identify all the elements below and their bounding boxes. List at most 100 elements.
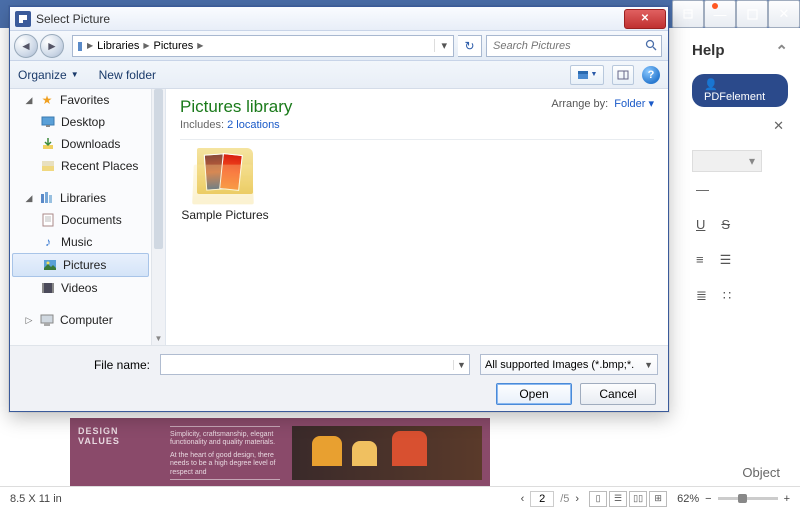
tree-pictures[interactable]: Pictures — [12, 253, 149, 277]
tree-downloads[interactable]: Downloads — [10, 133, 151, 155]
toolbar: Organize▼ New folder ▼ ? — [10, 61, 668, 89]
file-dialog: Select Picture ✕ ◄ ► ▶ Libraries ▶ Pictu… — [9, 6, 669, 412]
view-cont-icon[interactable]: ☰ — [609, 491, 627, 507]
app-logo-icon — [15, 11, 31, 27]
address-bar[interactable]: ▶ Libraries ▶ Pictures ▶ ▾ — [72, 35, 454, 57]
doc-text-1: Simplicity, craftsmanship, elegant funct… — [170, 431, 280, 448]
align-center-icon[interactable]: ☰ — [720, 252, 732, 268]
address-dropdown-icon[interactable]: ▾ — [434, 39, 453, 52]
page-prev-icon[interactable]: ‹ — [521, 493, 525, 505]
tree-music[interactable]: ♪Music — [10, 231, 151, 253]
page-total: /5 — [560, 493, 569, 505]
refresh-button[interactable]: ↻ — [458, 35, 482, 57]
filename-dropdown-icon[interactable]: ▼ — [453, 360, 469, 370]
zoom-out-icon[interactable]: − — [705, 493, 711, 505]
arrange-by-value[interactable]: Folder ▾ — [614, 97, 654, 110]
doc-image — [292, 426, 482, 480]
tree-documents[interactable]: Documents — [10, 209, 151, 231]
doc-heading: DESIGN VALUES — [78, 426, 158, 446]
tree-videos[interactable]: Videos — [10, 277, 151, 299]
tree-recent[interactable]: Recent Places — [10, 155, 151, 177]
breadcrumb-pictures[interactable]: Pictures — [150, 40, 198, 52]
dialog-close-button[interactable]: ✕ — [624, 9, 666, 29]
libraries-icon — [39, 190, 55, 206]
tree-desktop[interactable]: Desktop — [10, 111, 151, 133]
view-single-icon[interactable]: ▯ — [589, 491, 607, 507]
folder-name: Sample Pictures — [180, 208, 270, 222]
doc-text-2: At the heart of good design, there needs… — [170, 452, 280, 477]
style-dropdown[interactable]: ▾ — [692, 150, 762, 172]
documents-icon — [40, 212, 56, 228]
tree-computer[interactable]: ▷Computer — [10, 309, 151, 331]
search-input[interactable] — [487, 40, 642, 52]
computer-icon — [39, 312, 55, 328]
format-tools: ▾ — U S ≡ ☰ ≣ ∷ — [692, 150, 788, 314]
filename-label: File name: — [20, 358, 154, 372]
includes-label: Includes: — [180, 119, 224, 131]
chevron-right-icon[interactable]: ▶ — [197, 41, 203, 50]
page-next-icon[interactable]: › — [575, 493, 579, 505]
notification-dot — [712, 3, 718, 9]
filetype-select[interactable]: All supported Images (*.bmp;*.▼ — [480, 354, 658, 375]
breadcrumb-libraries[interactable]: Libraries — [93, 40, 143, 52]
videos-icon — [40, 280, 56, 296]
align-left-icon[interactable]: ≡ — [696, 252, 704, 268]
search-box[interactable] — [486, 35, 662, 57]
filename-input[interactable] — [161, 358, 453, 372]
scroll-thumb[interactable] — [154, 89, 163, 249]
dialog-title: Select Picture — [36, 12, 624, 26]
filename-combo[interactable]: ▼ — [160, 354, 470, 375]
content-pane: Pictures library Includes: 2 locations A… — [166, 89, 668, 345]
nav-bar: ◄ ► ▶ Libraries ▶ Pictures ▶ ▾ ↻ — [10, 31, 668, 61]
nav-tree: ◢★Favorites Desktop Downloads Recent Pla… — [10, 89, 166, 345]
downloads-icon — [40, 136, 56, 152]
back-button[interactable]: ◄ — [14, 34, 38, 58]
forward-button[interactable]: ► — [40, 34, 64, 58]
collapse-icon[interactable]: ⌃ — [775, 42, 788, 60]
open-button[interactable]: Open — [496, 383, 572, 405]
help-icon[interactable]: ? — [642, 66, 660, 84]
page-input[interactable] — [530, 491, 554, 507]
zoom-slider[interactable] — [718, 497, 778, 500]
notify-icon[interactable] — [672, 0, 704, 28]
strikethrough-button[interactable]: S — [721, 217, 730, 232]
view-grid-icon[interactable]: ⊞ — [649, 491, 667, 507]
zoom-in-icon[interactable]: + — [784, 493, 790, 505]
object-label: Object — [742, 465, 780, 480]
dialog-footer: File name: ▼ All supported Images (*.bmp… — [10, 345, 668, 411]
document-preview: DESIGN VALUES Simplicity, craftsmanship,… — [70, 418, 490, 488]
view-two-icon[interactable]: ▯▯ — [629, 491, 647, 507]
search-icon[interactable] — [642, 39, 661, 52]
app-close-button[interactable]: ✕ — [768, 0, 800, 28]
tree-libraries[interactable]: ◢Libraries — [10, 187, 151, 209]
status-bar: 8.5 X 11 in ‹ /5 › ▯ ☰ ▯▯ ⊞ 62% − + — [0, 486, 800, 510]
cancel-button[interactable]: Cancel — [580, 383, 656, 405]
view-mode-button[interactable]: ▼ — [570, 65, 604, 85]
pdfelement-badge[interactable]: 👤PDFelement — [692, 74, 788, 107]
minus-icon[interactable]: — — [696, 182, 709, 197]
tree-scrollbar[interactable]: ▲ ▼ — [151, 89, 165, 345]
scroll-down-icon[interactable]: ▼ — [152, 331, 165, 345]
new-folder-button[interactable]: New folder — [99, 68, 156, 82]
tree-favorites[interactable]: ◢★Favorites — [10, 89, 151, 111]
libraries-icon — [73, 39, 87, 53]
desktop-icon — [40, 114, 56, 130]
folder-item[interactable]: Sample Pictures — [180, 148, 270, 222]
page-size: 8.5 X 11 in — [10, 493, 62, 505]
list-bullet-icon[interactable]: ∷ — [723, 288, 731, 304]
maximize-button[interactable] — [736, 0, 768, 28]
organize-button[interactable]: Organize▼ — [18, 68, 79, 82]
folder-icon — [189, 148, 261, 204]
locations-link[interactable]: 2 locations — [227, 119, 280, 131]
dialog-titlebar: Select Picture ✕ — [10, 7, 668, 31]
underline-button[interactable]: U — [696, 217, 705, 232]
arrange-by-label: Arrange by: — [551, 98, 608, 110]
zoom-value: 62% — [677, 493, 699, 505]
preview-pane-button[interactable] — [612, 65, 634, 85]
library-title: Pictures library — [180, 97, 292, 117]
star-icon: ★ — [39, 92, 55, 108]
help-title: Help — [692, 42, 725, 60]
minimize-button[interactable]: — — [704, 0, 736, 28]
list-num-icon[interactable]: ≣ — [696, 288, 707, 304]
panel-close-icon[interactable]: ✕ — [773, 118, 784, 134]
